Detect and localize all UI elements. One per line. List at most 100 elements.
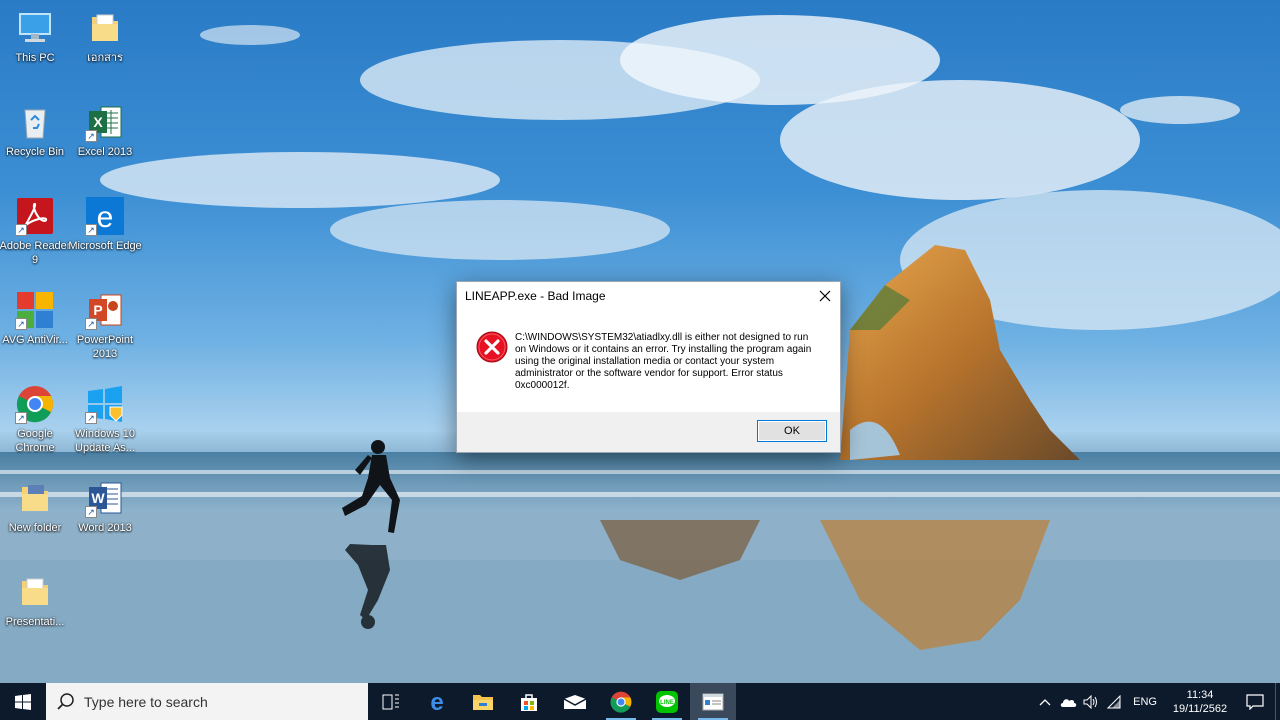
shortcut-arrow-icon: ↗ bbox=[85, 506, 97, 518]
wifi-icon bbox=[1106, 694, 1121, 708]
desktop-icon-label: Presentati... bbox=[5, 616, 65, 628]
clock-time: 11:34 bbox=[1186, 688, 1214, 701]
shortcut-arrow-icon: ↗ bbox=[15, 318, 27, 330]
shortcut-arrow-icon: ↗ bbox=[85, 412, 97, 424]
taskbar-mail[interactable] bbox=[552, 683, 598, 720]
desktop-icon-label: Windows 10 Update As... bbox=[75, 428, 135, 454]
error-icon bbox=[476, 331, 508, 363]
clock-date: 19/11/2562 bbox=[1172, 702, 1228, 715]
folder-icon bbox=[15, 572, 55, 612]
system-tray: ENG 11:34 19/11/2562 bbox=[1033, 683, 1280, 720]
taskbar-line[interactable]: LINE bbox=[644, 683, 690, 720]
windows-update-icon: ↗ bbox=[85, 384, 125, 424]
folder-icon bbox=[15, 478, 55, 518]
mail-icon bbox=[563, 694, 587, 709]
cloud-icon bbox=[1060, 698, 1076, 707]
desktop-icon-label: Recycle Bin bbox=[5, 146, 65, 158]
excel-icon: X ↗ bbox=[85, 102, 125, 142]
desktop-icon-label: AVG AntiVir... bbox=[2, 334, 68, 346]
desktop-icon-label: Google Chrome bbox=[15, 428, 55, 454]
shortcut-arrow-icon: ↗ bbox=[15, 412, 27, 424]
taskbar-file-explorer[interactable] bbox=[460, 683, 506, 720]
desktop-icon-microsoft-edge[interactable]: e ↗ Microsoft Edge bbox=[68, 196, 142, 253]
svg-text:LINE: LINE bbox=[660, 700, 674, 706]
desktop-icon-label: Adobe Reader 9 bbox=[0, 240, 71, 266]
store-icon bbox=[521, 693, 537, 711]
desktop-icon-this-pc[interactable]: This PC bbox=[0, 8, 70, 65]
desktop-icon-label: Microsoft Edge bbox=[68, 240, 142, 252]
onedrive-button[interactable] bbox=[1056, 683, 1079, 720]
bad-image-dialog: LINEAPP.exe - Bad Image C:\WINDOWS\SYSTE… bbox=[456, 281, 841, 453]
desktop-icon-documents[interactable]: เอกสาร bbox=[70, 8, 140, 65]
desktop-icon-label: PowerPoint 2013 bbox=[76, 334, 134, 360]
windows-logo-icon bbox=[15, 693, 31, 710]
desktop-icon-avg[interactable]: ↗ AVG AntiVir... bbox=[0, 290, 70, 347]
task-view-icon bbox=[382, 694, 399, 709]
desktop-icon-label: New folder bbox=[8, 522, 62, 534]
shortcut-arrow-icon: ↗ bbox=[15, 224, 27, 236]
dialog-footer: OK bbox=[457, 412, 840, 452]
show-hidden-icons-button[interactable] bbox=[1033, 683, 1056, 720]
search-box[interactable]: Type here to search bbox=[46, 683, 368, 720]
desktop-icon-presentation-folder[interactable]: Presentati... bbox=[0, 572, 70, 629]
clock[interactable]: 11:34 19/11/2562 bbox=[1165, 688, 1235, 716]
search-placeholder: Type here to search bbox=[84, 693, 208, 710]
powerpoint-icon: P ↗ bbox=[85, 290, 125, 330]
close-icon bbox=[819, 290, 831, 302]
show-desktop-button[interactable] bbox=[1275, 683, 1280, 720]
shortcut-arrow-icon: ↗ bbox=[85, 130, 97, 142]
chevron-up-icon bbox=[1039, 698, 1051, 705]
desktop-icon-recycle-bin[interactable]: Recycle Bin bbox=[0, 102, 70, 159]
volume-button[interactable] bbox=[1079, 683, 1102, 720]
desktop-icon-powerpoint[interactable]: P ↗ PowerPoint 2013 bbox=[70, 290, 140, 361]
taskbar: Type here to search e LINE ENG 11:34 19/… bbox=[0, 683, 1280, 720]
dialog-title: LINEAPP.exe - Bad Image bbox=[465, 289, 606, 303]
taskbar-store[interactable] bbox=[506, 683, 552, 720]
desktop-icon-label: เอกสาร bbox=[87, 52, 123, 64]
taskbar-chrome[interactable] bbox=[598, 683, 644, 720]
speaker-icon bbox=[1083, 694, 1097, 709]
chrome-icon bbox=[610, 691, 632, 713]
desktop-icon-excel[interactable]: X ↗ Excel 2013 bbox=[70, 102, 140, 159]
dialog-message: C:\WINDOWS\SYSTEM32\atiadlxy.dll is eith… bbox=[515, 332, 812, 391]
network-button[interactable] bbox=[1102, 683, 1125, 720]
svg-text:e: e bbox=[97, 201, 114, 234]
shortcut-arrow-icon: ↗ bbox=[85, 224, 97, 236]
svg-text:W: W bbox=[91, 490, 105, 506]
adobe-reader-icon: ↗ bbox=[15, 196, 55, 236]
taskbar-error-window[interactable] bbox=[690, 683, 736, 720]
desktop-icon-label: This PC bbox=[15, 52, 55, 64]
close-button[interactable] bbox=[810, 282, 840, 310]
desktop-icon-label: Word 2013 bbox=[78, 522, 132, 534]
edge-icon: e ↗ bbox=[85, 196, 125, 236]
desktop-icon-new-folder[interactable]: New folder bbox=[0, 478, 70, 535]
taskbar-edge[interactable]: e bbox=[414, 683, 460, 720]
edge-icon: e bbox=[430, 691, 443, 713]
action-center-button[interactable] bbox=[1235, 683, 1275, 720]
error-window-icon bbox=[702, 693, 724, 710]
notification-icon bbox=[1246, 693, 1264, 710]
task-view-button[interactable] bbox=[368, 683, 414, 720]
desktop-icon-adobe-reader[interactable]: ↗ Adobe Reader 9 bbox=[0, 196, 70, 267]
file-explorer-icon bbox=[473, 694, 493, 710]
desktop-icon-google-chrome[interactable]: ↗ Google Chrome bbox=[0, 384, 70, 455]
desktop-icon-label: Excel 2013 bbox=[77, 146, 133, 158]
svg-text:X: X bbox=[93, 114, 103, 130]
avg-icon: ↗ bbox=[15, 290, 55, 330]
search-icon bbox=[57, 692, 74, 710]
desktop-icon-word[interactable]: W ↗ Word 2013 bbox=[70, 478, 140, 535]
ok-button[interactable]: OK bbox=[757, 420, 827, 442]
chrome-icon: ↗ bbox=[15, 384, 55, 424]
word-icon: W ↗ bbox=[85, 478, 125, 518]
dialog-body: C:\WINDOWS\SYSTEM32\atiadlxy.dll is eith… bbox=[457, 310, 840, 414]
folder-icon bbox=[85, 8, 125, 48]
this-pc-icon bbox=[15, 8, 55, 48]
svg-text:e: e bbox=[430, 691, 443, 713]
svg-text:P: P bbox=[93, 302, 102, 318]
line-icon: LINE bbox=[656, 690, 678, 713]
dialog-titlebar[interactable]: LINEAPP.exe - Bad Image bbox=[457, 282, 840, 310]
input-language-button[interactable]: ENG bbox=[1125, 696, 1165, 708]
start-button[interactable] bbox=[0, 683, 46, 720]
desktop-icon-windows-update[interactable]: ↗ Windows 10 Update As... bbox=[70, 384, 140, 455]
recycle-bin-icon bbox=[15, 102, 55, 142]
